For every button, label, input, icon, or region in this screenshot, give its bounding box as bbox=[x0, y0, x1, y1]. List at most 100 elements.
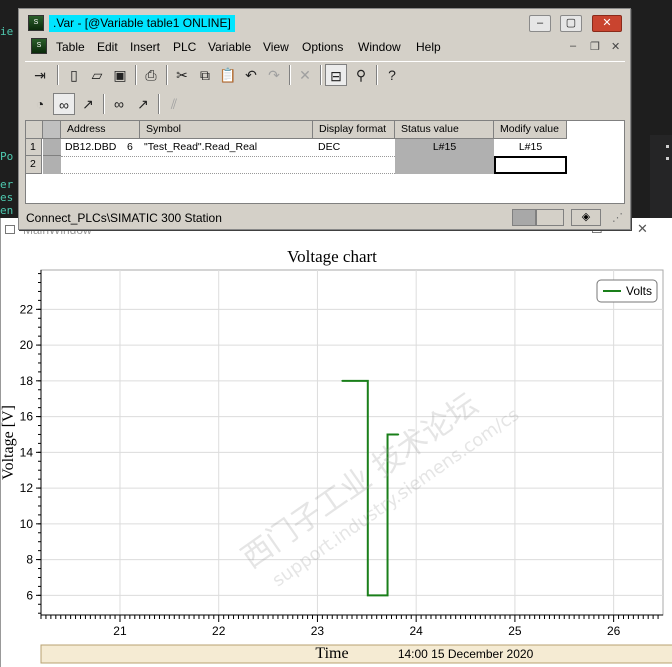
voltage-chart: Voltage chart 6 8 10 12 14 16 18 20 22 21 22 23 24 25 2… bbox=[1, 247, 672, 664]
symbol-cell[interactable]: "Test_Read".Read_Real bbox=[144, 139, 310, 156]
update-modify-icon[interactable]: ↗ bbox=[132, 93, 154, 115]
window-icon bbox=[5, 225, 15, 234]
close-button[interactable]: ✕ bbox=[592, 15, 622, 32]
menu-insert[interactable]: Insert bbox=[130, 40, 160, 54]
resize-grip-icon[interactable]: ⋰ bbox=[612, 211, 623, 224]
column-header-symbol[interactable]: Symbol bbox=[140, 121, 313, 139]
data-point bbox=[366, 594, 369, 597]
var-titlebar[interactable]: S .Var - [@Variable table1 ONLINE] – ▢ ✕ bbox=[22, 12, 627, 34]
data-point bbox=[387, 433, 390, 436]
code-fragment: es bbox=[0, 191, 14, 204]
data-point bbox=[341, 380, 343, 382]
monitor-glasses-icon[interactable]: ∞ bbox=[53, 93, 75, 115]
undo-icon[interactable]: ↶ bbox=[240, 64, 262, 86]
monitor-icon[interactable]: ⊟ bbox=[325, 64, 347, 86]
status-value-cell bbox=[395, 156, 494, 174]
monitor-variable-icon[interactable]: ◔ bbox=[29, 93, 51, 115]
menu-view[interactable]: View bbox=[263, 40, 289, 54]
menu-help[interactable]: Help bbox=[416, 40, 441, 54]
accessible-nodes-icon[interactable]: ⚲ bbox=[350, 64, 372, 86]
pin-icon[interactable]: ⇥ bbox=[29, 64, 51, 86]
maximize-button[interactable]: ▢ bbox=[560, 15, 582, 32]
status-panel bbox=[512, 209, 536, 226]
mdi-minimize-icon[interactable]: – bbox=[570, 40, 576, 52]
menu-window[interactable]: Window bbox=[358, 40, 401, 54]
open-icon[interactable]: ▱ bbox=[86, 64, 108, 86]
chart-title: Voltage chart bbox=[287, 247, 377, 266]
x-axis-label: Time bbox=[315, 645, 348, 662]
column-header-address[interactable]: Address bbox=[61, 121, 140, 139]
save-icon[interactable]: ▣ bbox=[109, 64, 131, 86]
column-header-display-format[interactable]: Display format bbox=[313, 121, 395, 139]
modify-variable-icon[interactable]: ↗ bbox=[77, 93, 99, 115]
mdi-close-icon[interactable]: ✕ bbox=[611, 40, 620, 53]
menu-options[interactable]: Options bbox=[302, 40, 343, 54]
row-number[interactable]: 1 bbox=[26, 139, 42, 156]
mdi-restore-icon[interactable]: ❐ bbox=[590, 40, 600, 53]
menu-plc[interactable]: PLC bbox=[173, 40, 196, 54]
redo-icon[interactable]: ↷ bbox=[263, 64, 285, 86]
delete-icon[interactable]: ✕ bbox=[294, 64, 316, 86]
menu-edit[interactable]: Edit bbox=[97, 40, 118, 54]
x-tick-label: 25 bbox=[508, 624, 522, 638]
status-panel bbox=[536, 209, 564, 226]
desktop: ie Po er es en MainWindow ☐ ✕ Voltage ch… bbox=[0, 0, 672, 667]
y-tick-label: 22 bbox=[20, 302, 34, 316]
y-tick-label: 14 bbox=[20, 445, 34, 459]
modify-value-cell[interactable]: L#15 bbox=[494, 139, 567, 156]
x-tick-label: 23 bbox=[311, 624, 325, 638]
menu-variable[interactable]: Variable bbox=[208, 40, 251, 54]
modify-value-input[interactable] bbox=[494, 156, 567, 174]
empty-row-cells[interactable] bbox=[61, 156, 395, 174]
minimize-button[interactable]: – bbox=[529, 15, 551, 32]
code-fragment: en bbox=[0, 204, 14, 217]
display-format-cell[interactable]: DEC bbox=[318, 139, 393, 156]
status-text: Connect_PLCs\SIMATIC 300 Station bbox=[26, 211, 222, 225]
menu-table[interactable]: Table bbox=[56, 40, 85, 54]
force-icon[interactable]: ⫽ bbox=[163, 93, 185, 115]
close-icon[interactable]: ✕ bbox=[637, 221, 648, 237]
variable-table: Address Symbol Display format Status val… bbox=[25, 120, 625, 204]
y-tick-label: 8 bbox=[26, 553, 33, 567]
y-axis-label: Voltage [V] bbox=[1, 405, 17, 480]
code-fragment: Po bbox=[0, 150, 14, 163]
help-icon[interactable]: ? bbox=[381, 64, 403, 86]
x-tick-label: 26 bbox=[607, 624, 621, 638]
simatic-app-icon: S bbox=[28, 15, 44, 31]
column-header-status-value[interactable]: Status value bbox=[395, 121, 494, 139]
row-number[interactable]: 2 bbox=[26, 156, 42, 174]
y-tick-label: 16 bbox=[20, 410, 34, 424]
standard-toolbar: ⇥ ▯ ▱ ▣ ⎙ ✂ ⧉ 📋 ↶ ↷ ✕ ⊟ ⚲ ? bbox=[25, 61, 625, 87]
x-tick-label: 24 bbox=[409, 624, 423, 638]
update-monitor-icon[interactable]: ∞ bbox=[108, 93, 130, 115]
cut-icon[interactable]: ✂ bbox=[171, 64, 193, 86]
date-label: 14:00 15 December 2020 bbox=[398, 647, 534, 661]
var-window-title: .Var - [@Variable table1 ONLINE] bbox=[49, 15, 235, 32]
row-marker bbox=[43, 156, 61, 174]
row-marker bbox=[43, 139, 61, 156]
x-tick-label: 22 bbox=[212, 624, 226, 638]
online-indicator-icon: ◈ bbox=[571, 209, 601, 226]
legend-label: Volts bbox=[626, 284, 652, 298]
new-icon[interactable]: ▯ bbox=[63, 64, 85, 86]
data-point bbox=[366, 380, 369, 382]
corner-cell bbox=[26, 121, 43, 139]
y-tick-label: 10 bbox=[20, 517, 34, 531]
plot-area bbox=[40, 269, 664, 616]
status-value-cell: L#15 bbox=[395, 139, 494, 156]
sort-icon[interactable] bbox=[43, 121, 61, 139]
column-header-modify-value[interactable]: Modify value bbox=[494, 121, 567, 139]
address-cell[interactable]: DB12.DBD bbox=[65, 139, 131, 156]
address-offset-cell[interactable]: 6 bbox=[127, 139, 139, 156]
copy-icon[interactable]: ⧉ bbox=[194, 64, 216, 86]
document-icon[interactable]: S bbox=[31, 38, 47, 54]
y-tick-label: 18 bbox=[20, 374, 34, 388]
print-icon[interactable]: ⎙ bbox=[140, 64, 162, 86]
chart-area: Voltage chart 6 8 10 12 14 16 18 20 22 21 22 23 24 25 2… bbox=[1, 240, 672, 667]
status-bar: Connect_PLCs\SIMATIC 300 Station ◈ ⋰ bbox=[22, 208, 627, 228]
date-band bbox=[40, 644, 672, 664]
data-point bbox=[386, 594, 389, 597]
code-fragment: er bbox=[0, 178, 14, 191]
paste-icon[interactable]: 📋 bbox=[217, 64, 239, 86]
code-fragment: ie bbox=[0, 25, 14, 38]
